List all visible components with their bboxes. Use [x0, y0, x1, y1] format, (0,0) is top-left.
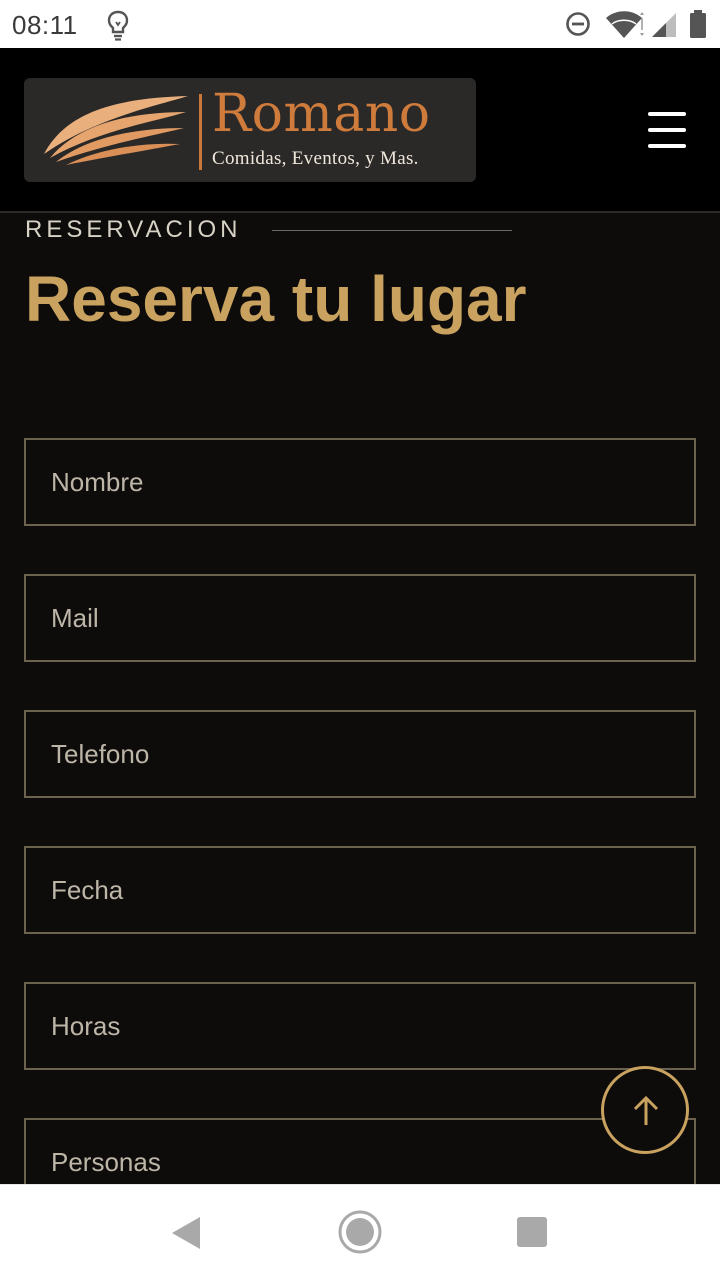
menu-bar [648, 112, 686, 116]
date-field[interactable] [24, 846, 696, 934]
home-icon[interactable] [337, 1209, 383, 1260]
arrow-up-icon [632, 1095, 660, 1132]
status-bar: 08:11 [0, 0, 720, 48]
time-field[interactable] [24, 982, 696, 1070]
system-nav-bar [0, 1184, 720, 1280]
email-field[interactable] [24, 574, 696, 662]
phone-field[interactable] [24, 710, 696, 798]
status-time: 08:11 [12, 10, 78, 40]
menu-bar [648, 144, 686, 148]
do-not-disturb-icon [565, 11, 591, 42]
section-eyebrow: RESERVACION [25, 216, 242, 243]
lightbulb-icon [106, 9, 130, 46]
site-header: Romano Comidas, Eventos, y Mas. [0, 48, 720, 213]
page-title: Reserva tu lugar [25, 263, 527, 335]
logo-tagline: Comidas, Eventos, y Mas. [212, 148, 419, 169]
menu-bar [648, 128, 686, 132]
name-field[interactable] [24, 438, 696, 526]
eyebrow-divider [272, 230, 512, 231]
scroll-to-top-button[interactable] [601, 1066, 689, 1154]
hamburger-menu-icon[interactable] [640, 106, 696, 156]
wings-logo-icon [36, 92, 196, 175]
logo-divider [199, 94, 202, 170]
logo-name: Romano [212, 84, 431, 144]
signal-icon [650, 12, 678, 43]
battery-icon [689, 9, 707, 44]
logo[interactable]: Romano Comidas, Eventos, y Mas. [24, 78, 476, 182]
back-icon[interactable] [168, 1215, 202, 1256]
wifi-icon [604, 10, 648, 45]
recents-icon[interactable] [516, 1216, 548, 1253]
